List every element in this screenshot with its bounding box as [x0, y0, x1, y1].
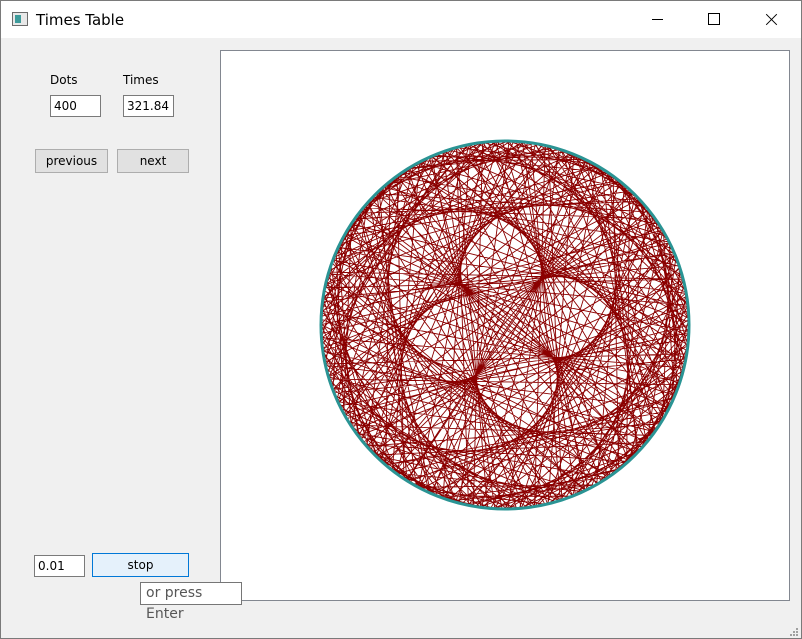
times-input[interactable]: 321.84	[123, 95, 174, 117]
resize-grip-icon[interactable]	[787, 625, 799, 637]
dots-input[interactable]: 400	[50, 95, 101, 117]
step-input[interactable]: 0.01	[34, 555, 85, 577]
previous-button[interactable]: previous	[35, 149, 108, 173]
minimize-icon[interactable]	[628, 1, 686, 38]
app-window-icon	[12, 12, 28, 26]
dots-label: Dots	[50, 73, 78, 87]
chord-lines	[320, 140, 690, 510]
app-window: Times Table Dots Times 400 321.84 previo…	[0, 0, 802, 639]
times-table-canvas	[220, 50, 790, 601]
stop-button[interactable]: stop	[92, 553, 189, 577]
times-label: Times	[123, 73, 159, 87]
chord-path	[320, 140, 690, 510]
maximize-icon[interactable]	[685, 1, 743, 38]
title-bar[interactable]: Times Table	[1, 1, 801, 38]
tooltip: or press Enter	[140, 582, 242, 622]
times-table-visualization	[319, 139, 691, 511]
close-icon[interactable]	[742, 1, 800, 38]
next-button[interactable]: next	[117, 149, 189, 173]
window-title: Times Table	[36, 11, 125, 29]
